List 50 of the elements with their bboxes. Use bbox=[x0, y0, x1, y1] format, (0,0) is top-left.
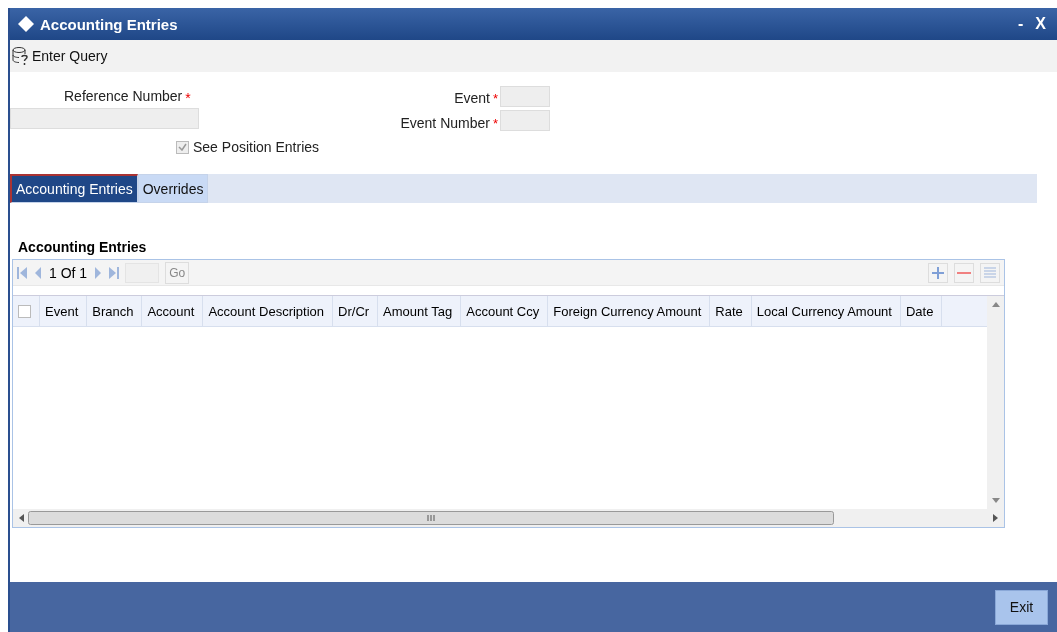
last-page-icon[interactable] bbox=[109, 265, 120, 280]
input-field[interactable] bbox=[500, 110, 550, 131]
tab[interactable]: Overrides bbox=[137, 174, 209, 203]
horizontal-scrollbar[interactable] bbox=[13, 509, 1004, 527]
column-header[interactable]: Branch bbox=[87, 296, 143, 326]
database-query-icon bbox=[12, 46, 30, 66]
list-view-button[interactable] bbox=[980, 262, 1000, 283]
required-asterisk: * bbox=[492, 90, 498, 106]
input-field[interactable] bbox=[500, 86, 550, 107]
column-header[interactable]: Account Ccy bbox=[461, 296, 549, 326]
column-header[interactable]: Date bbox=[900, 296, 943, 326]
vertical-scrollbar[interactable] bbox=[987, 296, 1004, 509]
list-view-icon bbox=[983, 265, 997, 280]
column-header[interactable]: Amount Tag bbox=[378, 296, 462, 326]
add-row-icon bbox=[931, 265, 945, 280]
field-label: Event bbox=[454, 89, 490, 108]
field-label: Reference Number bbox=[63, 88, 183, 106]
first-page-icon[interactable] bbox=[17, 265, 27, 280]
column-header[interactable]: Event bbox=[40, 296, 88, 326]
column-header[interactable]: Account bbox=[142, 296, 204, 326]
minimize-button[interactable]: - bbox=[1015, 15, 1027, 33]
scroll-down-icon bbox=[991, 498, 1000, 503]
reference-number-field[interactable] bbox=[10, 108, 199, 129]
column-header[interactable]: Account Description bbox=[203, 296, 334, 326]
column-header[interactable]: Foreign Currency Amount bbox=[548, 296, 711, 326]
checkbox-label: See Position Entries bbox=[193, 139, 320, 155]
scroll-up-icon bbox=[991, 302, 1000, 307]
scroll-left-icon bbox=[19, 514, 24, 522]
select-all-checkbox[interactable] bbox=[18, 304, 31, 318]
column-header[interactable]: Dr/Cr bbox=[333, 296, 379, 326]
next-page-icon[interactable] bbox=[93, 265, 104, 280]
add-row-button[interactable] bbox=[928, 262, 948, 283]
delete-row-button[interactable] bbox=[954, 262, 974, 283]
column-header[interactable]: Local Currency Amount bbox=[751, 296, 901, 326]
diamond-icon bbox=[18, 16, 34, 32]
required-asterisk: * bbox=[185, 90, 191, 106]
page-indicator: 1 Of 1 bbox=[49, 264, 88, 281]
window-title: Accounting Entries bbox=[40, 15, 179, 33]
scrollbar-thumb[interactable] bbox=[28, 511, 834, 525]
scroll-right-icon bbox=[993, 514, 998, 522]
field-label: Event Number bbox=[400, 114, 490, 133]
delete-row-icon bbox=[957, 271, 971, 274]
exit-button[interactable]: Exit bbox=[995, 589, 1048, 625]
close-button[interactable]: X bbox=[1032, 15, 1049, 33]
column-header[interactable]: Rate bbox=[710, 296, 752, 326]
section-title: Accounting Entries bbox=[18, 239, 148, 255]
tab[interactable]: Accounting Entries bbox=[10, 174, 138, 203]
enter-query-button[interactable]: Enter Query bbox=[12, 46, 108, 66]
previous-page-icon[interactable] bbox=[33, 265, 43, 280]
required-asterisk: * bbox=[492, 115, 498, 131]
